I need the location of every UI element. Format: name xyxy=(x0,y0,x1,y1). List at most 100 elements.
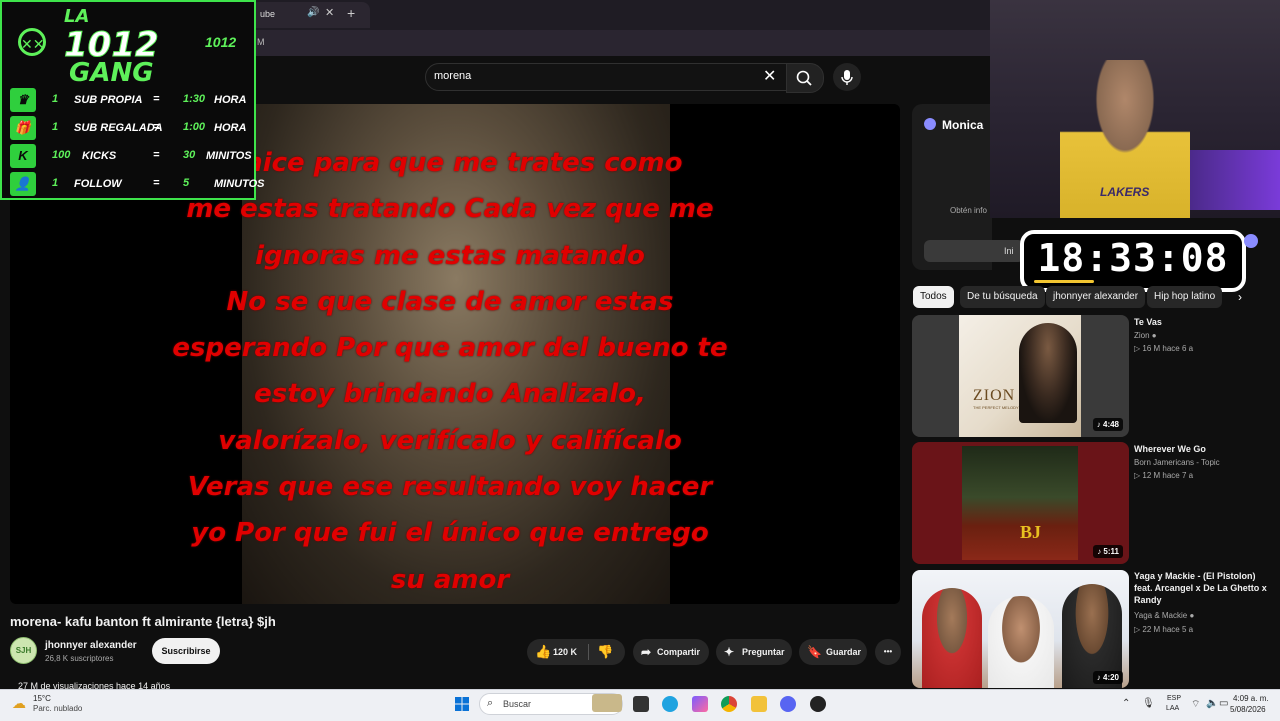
video-lyrics: e hice para que me trates como me estas … xyxy=(150,140,750,603)
album-cover-person xyxy=(1019,323,1077,423)
clear-icon[interactable]: ✕ xyxy=(763,66,776,86)
rule-unit: HORA xyxy=(214,122,247,134)
ask-label: Preguntar xyxy=(742,647,785,657)
weather-description[interactable]: Parc. nublado xyxy=(33,704,82,713)
windows-start-icon[interactable] xyxy=(455,697,469,711)
album-title: BJ xyxy=(1020,522,1042,542)
bookmark-icon: 🔖 xyxy=(807,645,822,659)
logo-line: 1012 xyxy=(64,25,160,65)
mic-icon xyxy=(841,70,853,85)
lyric-line: Veras que ese resultando voy hacer xyxy=(187,472,713,503)
ask-button[interactable]: ✦ Preguntar xyxy=(716,639,792,665)
video-title: morena- kafu banton ft almirante {letra}… xyxy=(10,614,276,629)
recommendation-thumbnail[interactable]: ♪ 4:20 xyxy=(912,570,1129,688)
album-subtitle: THE PERFECT MELODY xyxy=(973,405,1019,410)
rule-value: 5 xyxy=(183,177,190,189)
monica-icon xyxy=(924,118,936,130)
taskbar-search-placeholder: Buscar xyxy=(503,699,532,709)
rule-label: KICKS xyxy=(82,150,117,162)
rule-row: ♛ 1 SUB PROPIA = 1:30 HORA xyxy=(10,88,246,112)
speaker-icon[interactable]: 🔊 xyxy=(307,7,319,18)
copilot-icon[interactable] xyxy=(692,696,708,712)
rule-label: FOLLOW xyxy=(74,178,122,190)
recommendation-title[interactable]: Wherever We Go xyxy=(1134,443,1274,455)
wifi-icon[interactable]: ⌔ xyxy=(1191,698,1200,711)
recommendation-title[interactable]: Yaga y Mackie - (El Pistolon) feat. Arca… xyxy=(1134,570,1274,606)
smiley-logo-icon: ✕✕ xyxy=(18,28,46,56)
recommendation-meta: ▷ 12 M hace 7 a xyxy=(1134,471,1194,480)
search-value: morena xyxy=(434,70,472,82)
chip-todos[interactable]: Todos xyxy=(913,286,954,308)
lyric-line: yo Por que fui el único que entrego xyxy=(191,518,709,549)
edge-icon[interactable] xyxy=(662,696,678,712)
like-count[interactable]: 120 K xyxy=(553,639,577,665)
volume-icon[interactable]: 🔈 xyxy=(1206,698,1218,709)
weather-temperature[interactable]: 15°C xyxy=(33,694,51,703)
recommendation-channel: Born Jamericans - Topic xyxy=(1134,458,1220,467)
chevron-up-icon[interactable]: ⌃ xyxy=(1122,698,1130,709)
duration-badge: ♪ 4:20 xyxy=(1092,671,1123,684)
verified-icon: ● xyxy=(1189,611,1195,620)
monica-name: Monica xyxy=(942,118,984,132)
chip-de-tu-busqueda[interactable]: De tu búsqueda xyxy=(960,286,1045,308)
voice-search-button[interactable] xyxy=(833,63,861,91)
share-label: Compartir xyxy=(657,647,701,657)
search-button[interactable] xyxy=(786,63,824,93)
rule-equals: = xyxy=(153,149,160,161)
rule-row: 👤 1 FOLLOW = 5 MINUTOS xyxy=(10,172,265,196)
rule-unit: MINUTOS xyxy=(214,178,265,190)
lyric-line: su amor xyxy=(390,564,510,595)
share-button[interactable]: ➦ Compartir xyxy=(633,639,709,665)
recommendation-title[interactable]: Te Vas xyxy=(1134,316,1274,328)
rule-value: 30 xyxy=(183,149,196,161)
rule-equals: = xyxy=(153,93,160,105)
lyric-line: estoy brindando Analizalo, xyxy=(254,379,646,410)
chip-hip-hop-latino[interactable]: Hip hop latino xyxy=(1147,286,1223,308)
obs-icon[interactable] xyxy=(810,696,826,712)
mic-tray-icon[interactable]: 🎙 xyxy=(1142,698,1155,709)
tab-close-icon[interactable]: ✕ xyxy=(325,6,334,19)
channel-avatar[interactable]: SJH xyxy=(10,637,37,664)
monica-description: Obtén info xyxy=(950,206,987,215)
album-title: ZION xyxy=(973,387,1016,404)
address-text: M xyxy=(257,37,265,47)
rule-row: 🎁 1 SUB REGALADA = 1:00 HORA xyxy=(10,116,246,140)
jersey-text: LAKERS xyxy=(1100,185,1150,199)
channel-name[interactable]: jhonnyer alexander xyxy=(45,640,137,651)
monica-mini-icon[interactable] xyxy=(1244,234,1258,248)
recommendation-thumbnail[interactable]: BJ ♪ 5:11 xyxy=(912,442,1129,564)
discord-icon[interactable] xyxy=(780,696,796,712)
battery-icon[interactable]: ▭ xyxy=(1219,698,1228,709)
clock-time[interactable]: 4:09 a. m. xyxy=(1233,694,1269,703)
rule-unit: HORA xyxy=(214,94,247,106)
more-actions-button[interactable]: ••• xyxy=(875,639,901,665)
subscribe-button[interactable]: Suscribirse xyxy=(152,638,220,664)
save-button[interactable]: 🔖 Guardar xyxy=(799,639,867,665)
chip-jhonnyer-alexander[interactable]: jhonnyer alexander xyxy=(1046,286,1146,308)
tab-title: ube xyxy=(260,9,276,19)
chrome-icon[interactable] xyxy=(721,696,737,712)
dislike-icon[interactable]: 👎 xyxy=(597,639,613,665)
new-tab-button[interactable]: + xyxy=(347,5,355,21)
search-highlight-icon xyxy=(592,694,622,712)
chevron-right-icon[interactable]: › xyxy=(1238,290,1242,304)
divider xyxy=(588,644,589,660)
lyric-line: valorízalo, verifícalo y califícalo xyxy=(218,425,682,456)
search-input[interactable] xyxy=(425,63,787,91)
like-dislike-group: 👍 120 K 👎 xyxy=(527,639,625,665)
rule-count: 1 xyxy=(52,121,59,133)
subscriber-count: 26,8 K suscriptores xyxy=(45,654,114,663)
follow-icon: 👤 xyxy=(10,172,36,196)
keyboard-layout[interactable]: LAA xyxy=(1166,705,1179,712)
task-view-icon[interactable] xyxy=(633,696,649,712)
clock-date[interactable]: 5/08/2026 xyxy=(1230,705,1266,714)
recommendation-thumbnail[interactable]: ZION THE PERFECT MELODY ♪ 4:48 xyxy=(912,315,1129,437)
file-explorer-icon[interactable] xyxy=(751,696,767,712)
recommendation-channel: Zion ● xyxy=(1134,331,1157,340)
language-indicator[interactable]: ESP xyxy=(1167,695,1181,702)
rule-equals: = xyxy=(153,121,160,133)
channel-name: Yaga & Mackie xyxy=(1134,611,1188,620)
album-cover-image: BJ xyxy=(962,446,1078,560)
like-icon[interactable]: 👍 xyxy=(535,639,551,665)
weather-icon[interactable]: ☁ xyxy=(12,695,26,712)
